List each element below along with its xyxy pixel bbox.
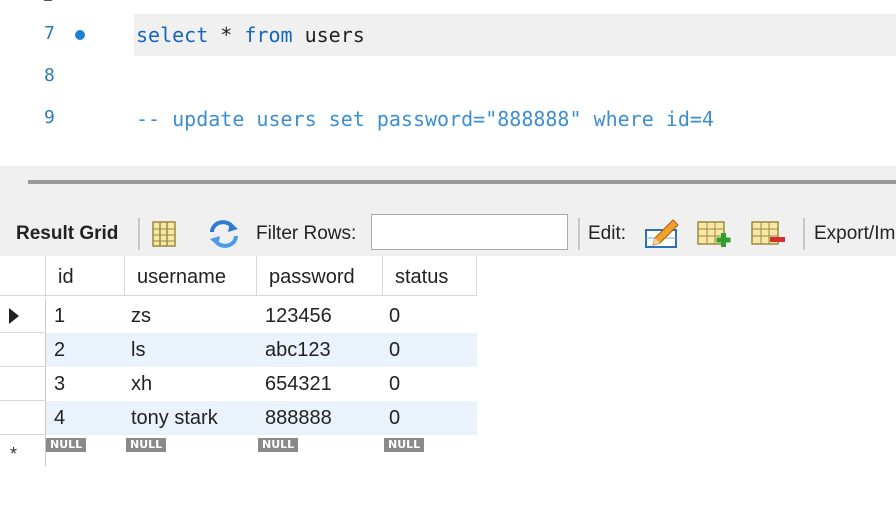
cell-password[interactable]: 654321 bbox=[257, 367, 383, 401]
sql-comment[interactable]: -- update users set password="888888" wh… bbox=[136, 107, 714, 131]
cell-status[interactable]: 0 bbox=[381, 401, 477, 435]
breakpoint-dot-icon[interactable] bbox=[75, 30, 85, 40]
filter-rows-input[interactable] bbox=[371, 214, 568, 250]
cell-username[interactable]: zs bbox=[123, 299, 257, 333]
column-header-username[interactable]: username bbox=[125, 256, 257, 296]
toolbar-separator bbox=[578, 218, 580, 250]
form-editor-icon[interactable] bbox=[150, 220, 180, 248]
edit-pencil-icon[interactable] bbox=[643, 216, 681, 250]
cell-username[interactable]: xh bbox=[123, 367, 257, 401]
editor-line-9[interactable]: 9 -- update users set password="888888" … bbox=[0, 98, 896, 140]
panel-splitter-handle[interactable] bbox=[28, 180, 896, 184]
null-badge-password[interactable]: NULL bbox=[258, 438, 299, 452]
row-selector-arrow-icon bbox=[9, 308, 19, 324]
null-badge-username[interactable]: NULL bbox=[126, 438, 167, 452]
cell-id[interactable]: 3 bbox=[46, 367, 125, 401]
sql-text: * bbox=[208, 23, 245, 47]
result-grid[interactable]: id username password status 1 zs 123456 … bbox=[0, 256, 896, 527]
line-6-remnant bbox=[44, 0, 52, 1]
column-header-status[interactable]: status bbox=[383, 256, 477, 296]
sql-table-name: users bbox=[292, 23, 365, 47]
editor-line-8[interactable]: 8 bbox=[0, 56, 896, 98]
add-row-icon[interactable] bbox=[696, 218, 734, 250]
cell-id[interactable]: 2 bbox=[46, 333, 125, 367]
toolbar-separator bbox=[803, 218, 805, 250]
filter-rows-label: Filter Rows: bbox=[256, 223, 357, 244]
cell-status[interactable]: 0 bbox=[381, 367, 477, 401]
delete-row-icon[interactable] bbox=[750, 218, 788, 250]
cell-username[interactable]: tony stark bbox=[123, 401, 257, 435]
cell-password[interactable]: abc123 bbox=[257, 333, 383, 367]
sql-keyword-select: select bbox=[136, 23, 209, 47]
refresh-icon[interactable] bbox=[206, 219, 242, 249]
new-row-selector[interactable] bbox=[0, 432, 46, 466]
new-row-marker: * bbox=[10, 444, 18, 464]
column-header-id[interactable]: id bbox=[46, 256, 125, 296]
column-header-password[interactable]: password bbox=[257, 256, 383, 296]
line-number: 9 bbox=[44, 107, 55, 128]
cell-status[interactable]: 0 bbox=[381, 333, 477, 367]
row-selector[interactable] bbox=[0, 367, 46, 401]
line-number: 7 bbox=[44, 23, 55, 44]
cell-id[interactable]: 1 bbox=[46, 299, 125, 333]
edit-label: Edit: bbox=[588, 223, 627, 244]
sql-keyword-from: from bbox=[244, 23, 293, 47]
row-selector[interactable] bbox=[0, 299, 46, 333]
cell-password[interactable]: 123456 bbox=[257, 299, 383, 333]
sql-statement[interactable]: select * from users bbox=[136, 23, 365, 47]
sql-editor[interactable]: 7 select * from users 8 9 -- update user… bbox=[0, 0, 896, 166]
export-import-button[interactable]: Export/Im bbox=[814, 223, 895, 245]
cell-username[interactable]: ls bbox=[123, 333, 257, 367]
cell-status[interactable]: 0 bbox=[381, 299, 477, 333]
null-badge-id[interactable]: NULL bbox=[46, 438, 87, 452]
toolbar-separator bbox=[138, 218, 140, 250]
result-grid-tab[interactable]: Result Grid bbox=[16, 223, 118, 245]
cell-password[interactable]: 888888 bbox=[257, 401, 383, 435]
row-selector[interactable] bbox=[0, 401, 46, 435]
cell-id[interactable]: 4 bbox=[46, 401, 125, 435]
row-selector[interactable] bbox=[0, 333, 46, 367]
null-badge-status[interactable]: NULL bbox=[384, 438, 425, 452]
line-number: 8 bbox=[44, 65, 55, 86]
grid-corner bbox=[0, 256, 46, 296]
editor-line-7[interactable]: 7 select * from users bbox=[0, 14, 896, 56]
result-toolbar: Result Grid Filter Rows: Edit: Export/Im bbox=[0, 198, 896, 256]
